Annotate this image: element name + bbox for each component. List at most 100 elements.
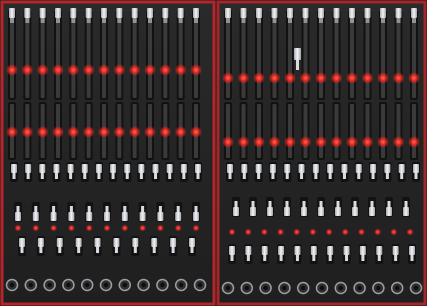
- right-lower-bit-bottom-shank: [246, 255, 250, 261]
- left-upper-socket-neck: [25, 18, 30, 23]
- left-lower-bit-top-socket: [175, 212, 182, 221]
- left-upper-socket-neck: [178, 18, 183, 23]
- right-upper-socket-neck: [319, 18, 323, 23]
- right-upper-socket-neck: [412, 18, 416, 23]
- right-upper-socket-head: [333, 8, 340, 18]
- left-bit-socket: [110, 164, 117, 173]
- right-lower-bit-bottom-socket: [343, 246, 350, 255]
- left-middle-red-marker: [52, 126, 64, 138]
- left-bit-socket: [138, 164, 145, 173]
- left-middle-red-marker: [174, 126, 187, 138]
- right-middle-extension-bar: [257, 104, 261, 158]
- right-lower-bit-top-shank: [285, 201, 289, 207]
- right-middle-red-marker: [222, 136, 234, 148]
- left-socket-bore: [122, 282, 128, 288]
- right-middle-red-marker: [346, 136, 358, 148]
- right-lower-bit-top-socket: [284, 207, 290, 216]
- left-bit-shank: [196, 173, 200, 179]
- right-upper-socket-head: [225, 8, 231, 18]
- left-upper-red-marker: [128, 64, 141, 76]
- right-socket-bore: [301, 285, 306, 291]
- left-lower-bit-top-shank: [69, 206, 73, 212]
- right-bit-shank: [414, 173, 418, 179]
- left-lower-bit-top-socket: [86, 212, 93, 221]
- right-upper-socket-head: [349, 8, 355, 18]
- right-bit-shank: [357, 173, 361, 179]
- left-upper-socket-head: [24, 8, 31, 18]
- right-upper-socket-neck: [303, 18, 308, 23]
- left-lower-bit-bottom-shank: [96, 247, 100, 253]
- right-middle-extension-bar: [226, 104, 230, 158]
- left-middle-red-marker: [159, 126, 172, 138]
- right-lower-bit-top-socket: [386, 207, 392, 216]
- left-bit-shank: [168, 173, 172, 179]
- left-upper-socket-neck: [132, 18, 137, 23]
- left-lower-bit-bottom-socket: [37, 238, 44, 247]
- left-lower-bit-top-shank: [141, 206, 145, 212]
- right-upper-red-marker: [315, 72, 327, 84]
- left-bit-socket: [81, 164, 88, 173]
- right-middle-extension-bar: [396, 104, 401, 158]
- left-socket-bore: [197, 282, 203, 288]
- right-middle-extension-bar: [365, 104, 370, 158]
- right-bit-shank: [285, 173, 289, 179]
- right-upper-socket-head: [240, 8, 247, 18]
- right-middle-red-marker: [361, 136, 374, 148]
- right-middle-extension-bar: [272, 104, 277, 158]
- left-bit-socket: [195, 164, 201, 173]
- left-upper-socket-neck: [117, 18, 122, 23]
- left-lower-bit-bottom-socket: [56, 238, 63, 247]
- right-lower-red-marker: [325, 228, 333, 236]
- left-bit-socket: [25, 164, 32, 173]
- right-lower-red-marker: [374, 228, 382, 236]
- left-bit-shank: [26, 173, 30, 179]
- right-upper-red-marker: [408, 72, 420, 84]
- left-bit-socket: [166, 164, 173, 173]
- left-lower-bit-top-shank: [194, 206, 198, 212]
- left-upper-socket-neck: [163, 18, 168, 23]
- right-bit-socket: [370, 164, 377, 173]
- right-lower-bit-top-shank: [302, 201, 306, 207]
- left-upper-extension-bar: [56, 12, 60, 98]
- left-bit-shank: [97, 173, 101, 179]
- left-lower-bit-bottom-shank: [152, 247, 156, 253]
- right-bit-shank: [228, 173, 232, 179]
- left-lower-bit-top-socket: [157, 212, 164, 221]
- right-lower-bit-bottom-shank: [279, 255, 283, 261]
- right-lower-bit-bottom-socket: [229, 246, 235, 255]
- right-upper-socket-head: [411, 8, 417, 18]
- left-upper-red-marker: [144, 64, 156, 76]
- left-lower-red-marker: [139, 224, 147, 232]
- left-lower-red-marker: [121, 224, 129, 232]
- left-lower-bit-bottom-shank: [114, 247, 118, 253]
- right-upper-extension-bar: [303, 12, 308, 98]
- right-upper-socket-neck: [288, 18, 292, 23]
- left-bit-socket: [152, 164, 159, 173]
- left-lower-bit-top-shank: [105, 206, 109, 212]
- right-upper-extension-bar: [241, 12, 246, 98]
- left-lower-bit-bottom-shank: [171, 247, 175, 253]
- left-upper-socket-neck: [86, 18, 91, 23]
- right-lower-bit-bottom-shank: [377, 255, 381, 261]
- left-lower-bit-bottom-shank: [39, 247, 43, 253]
- left-upper-extension-bar: [117, 12, 122, 98]
- right-upper-red-marker: [284, 72, 296, 84]
- right-upper-extension-bar: [272, 12, 277, 98]
- left-upper-socket-head: [193, 8, 199, 18]
- right-lower-bit-top-shank: [370, 201, 374, 207]
- right-bit-shank: [342, 173, 346, 179]
- left-lower-bit-top-shank: [87, 206, 91, 212]
- right-bit-socket: [413, 164, 419, 173]
- right-upper-socket-head: [364, 8, 371, 18]
- right-upper-red-marker: [346, 72, 358, 84]
- right-upper-extension-bar: [334, 12, 339, 98]
- left-upper-extension-bar: [10, 12, 14, 98]
- right-lower-red-marker: [309, 228, 317, 236]
- right-lower-bit-bottom-socket: [261, 246, 268, 255]
- left-bit-shank: [154, 173, 158, 179]
- right-upper-red-marker: [253, 72, 265, 84]
- right-middle-red-marker: [299, 136, 312, 148]
- right-bit-socket: [312, 164, 319, 173]
- left-upper-socket-neck: [148, 18, 152, 23]
- right-upper-red-marker: [392, 72, 405, 84]
